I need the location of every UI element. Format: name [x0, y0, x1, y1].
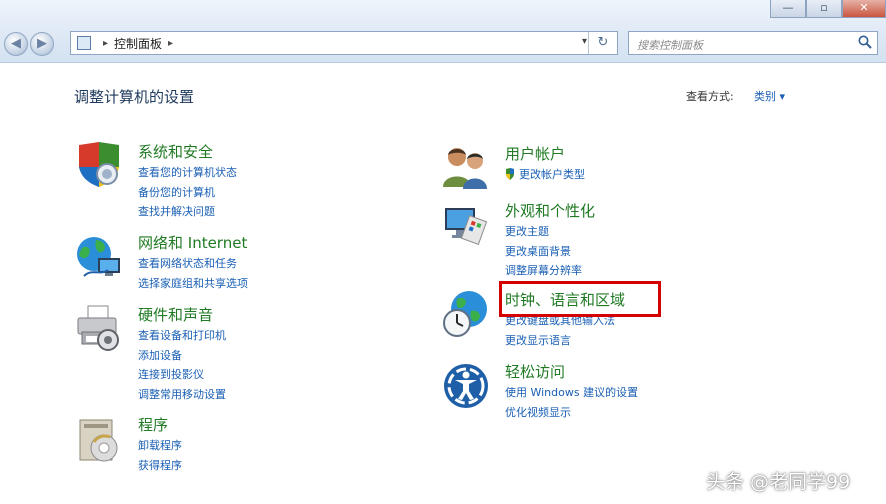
control-panel-icon: [77, 36, 91, 50]
clock-globe-icon[interactable]: [441, 289, 491, 339]
link-uninstall-program[interactable]: 卸载程序: [138, 436, 182, 456]
highlight-box: [499, 281, 661, 317]
breadcrumb-control-panel[interactable]: 控制面板: [114, 35, 162, 52]
link-optimize-visual-display[interactable]: 优化视频显示: [505, 403, 638, 423]
search-placeholder: 搜索控制面板: [637, 39, 703, 52]
category-title[interactable]: 轻松访问: [505, 361, 565, 382]
breadcrumb-arrow-icon[interactable]: ▸: [168, 38, 173, 49]
view-by-label: 查看方式:: [686, 90, 734, 103]
link-change-theme[interactable]: 更改主题: [505, 222, 582, 242]
network-globe-icon[interactable]: [74, 232, 124, 282]
page-title: 调整计算机的设置: [74, 88, 195, 106]
users-icon[interactable]: [441, 143, 491, 193]
link-change-desktop-background[interactable]: 更改桌面背景: [505, 242, 582, 262]
link-screen-resolution[interactable]: 调整屏幕分辨率: [505, 261, 582, 281]
back-button[interactable]: ◀: [4, 32, 28, 56]
printer-icon[interactable]: [74, 304, 124, 354]
link-find-fix-problems[interactable]: 查找并解决问题: [138, 202, 237, 222]
link-homegroup-sharing[interactable]: 选择家庭组和共享选项: [138, 274, 248, 294]
link-change-display-language[interactable]: 更改显示语言: [505, 331, 615, 351]
minimize-button[interactable]: —: [770, 0, 806, 18]
link-add-device[interactable]: 添加设备: [138, 346, 226, 366]
link-get-programs[interactable]: 获得程序: [138, 456, 182, 476]
display-personalize-icon[interactable]: [441, 200, 491, 250]
refresh-button[interactable]: ↻: [588, 32, 617, 54]
link-mobility-settings[interactable]: 调整常用移动设置: [138, 385, 226, 405]
shield-icon[interactable]: [74, 141, 124, 191]
link-windows-suggested-settings[interactable]: 使用 Windows 建议的设置: [505, 383, 638, 403]
link-connect-projector[interactable]: 连接到投影仪: [138, 365, 226, 385]
view-by-dropdown[interactable]: 类别 ▾: [754, 88, 785, 104]
window-toolbar: — ▫ ✕ ◀ ▶ ▸ 控制面板 ▸ ▾ ↻ 搜索控制面板: [0, 0, 886, 63]
category-title[interactable]: 网络和 Internet: [138, 232, 247, 253]
maximize-button[interactable]: ▫: [806, 0, 842, 18]
category-title[interactable]: 硬件和声音: [138, 304, 213, 325]
category-title[interactable]: 系统和安全: [138, 141, 213, 162]
address-dropdown-icon[interactable]: ▾: [582, 36, 587, 47]
uac-shield-icon: [506, 168, 514, 180]
category-title[interactable]: 用户帐户: [505, 143, 565, 164]
link-backup-computer[interactable]: 备份您的计算机: [138, 183, 237, 203]
link-devices-printers[interactable]: 查看设备和打印机: [138, 326, 226, 346]
breadcrumb-arrow-icon[interactable]: ▸: [103, 38, 108, 49]
programs-icon[interactable]: [74, 414, 124, 464]
search-icon[interactable]: [857, 34, 873, 50]
forward-button[interactable]: ▶: [30, 32, 54, 56]
address-bar[interactable]: ▸ 控制面板 ▸ ▾ ↻: [70, 31, 618, 55]
close-button[interactable]: ✕: [842, 0, 886, 18]
caption-buttons: — ▫ ✕: [770, 0, 886, 18]
watermark: 头条 @老同学99: [706, 471, 851, 493]
category-title[interactable]: 外观和个性化: [505, 200, 595, 221]
link-change-account-type[interactable]: 更改帐户类型: [505, 165, 585, 185]
search-input[interactable]: 搜索控制面板: [628, 31, 878, 55]
ease-of-access-icon[interactable]: [441, 361, 491, 411]
link-view-network-status[interactable]: 查看网络状态和任务: [138, 254, 248, 274]
link-label: 更改帐户类型: [519, 168, 585, 181]
category-title[interactable]: 程序: [138, 414, 168, 435]
link-view-computer-status[interactable]: 查看您的计算机状态: [138, 163, 237, 183]
